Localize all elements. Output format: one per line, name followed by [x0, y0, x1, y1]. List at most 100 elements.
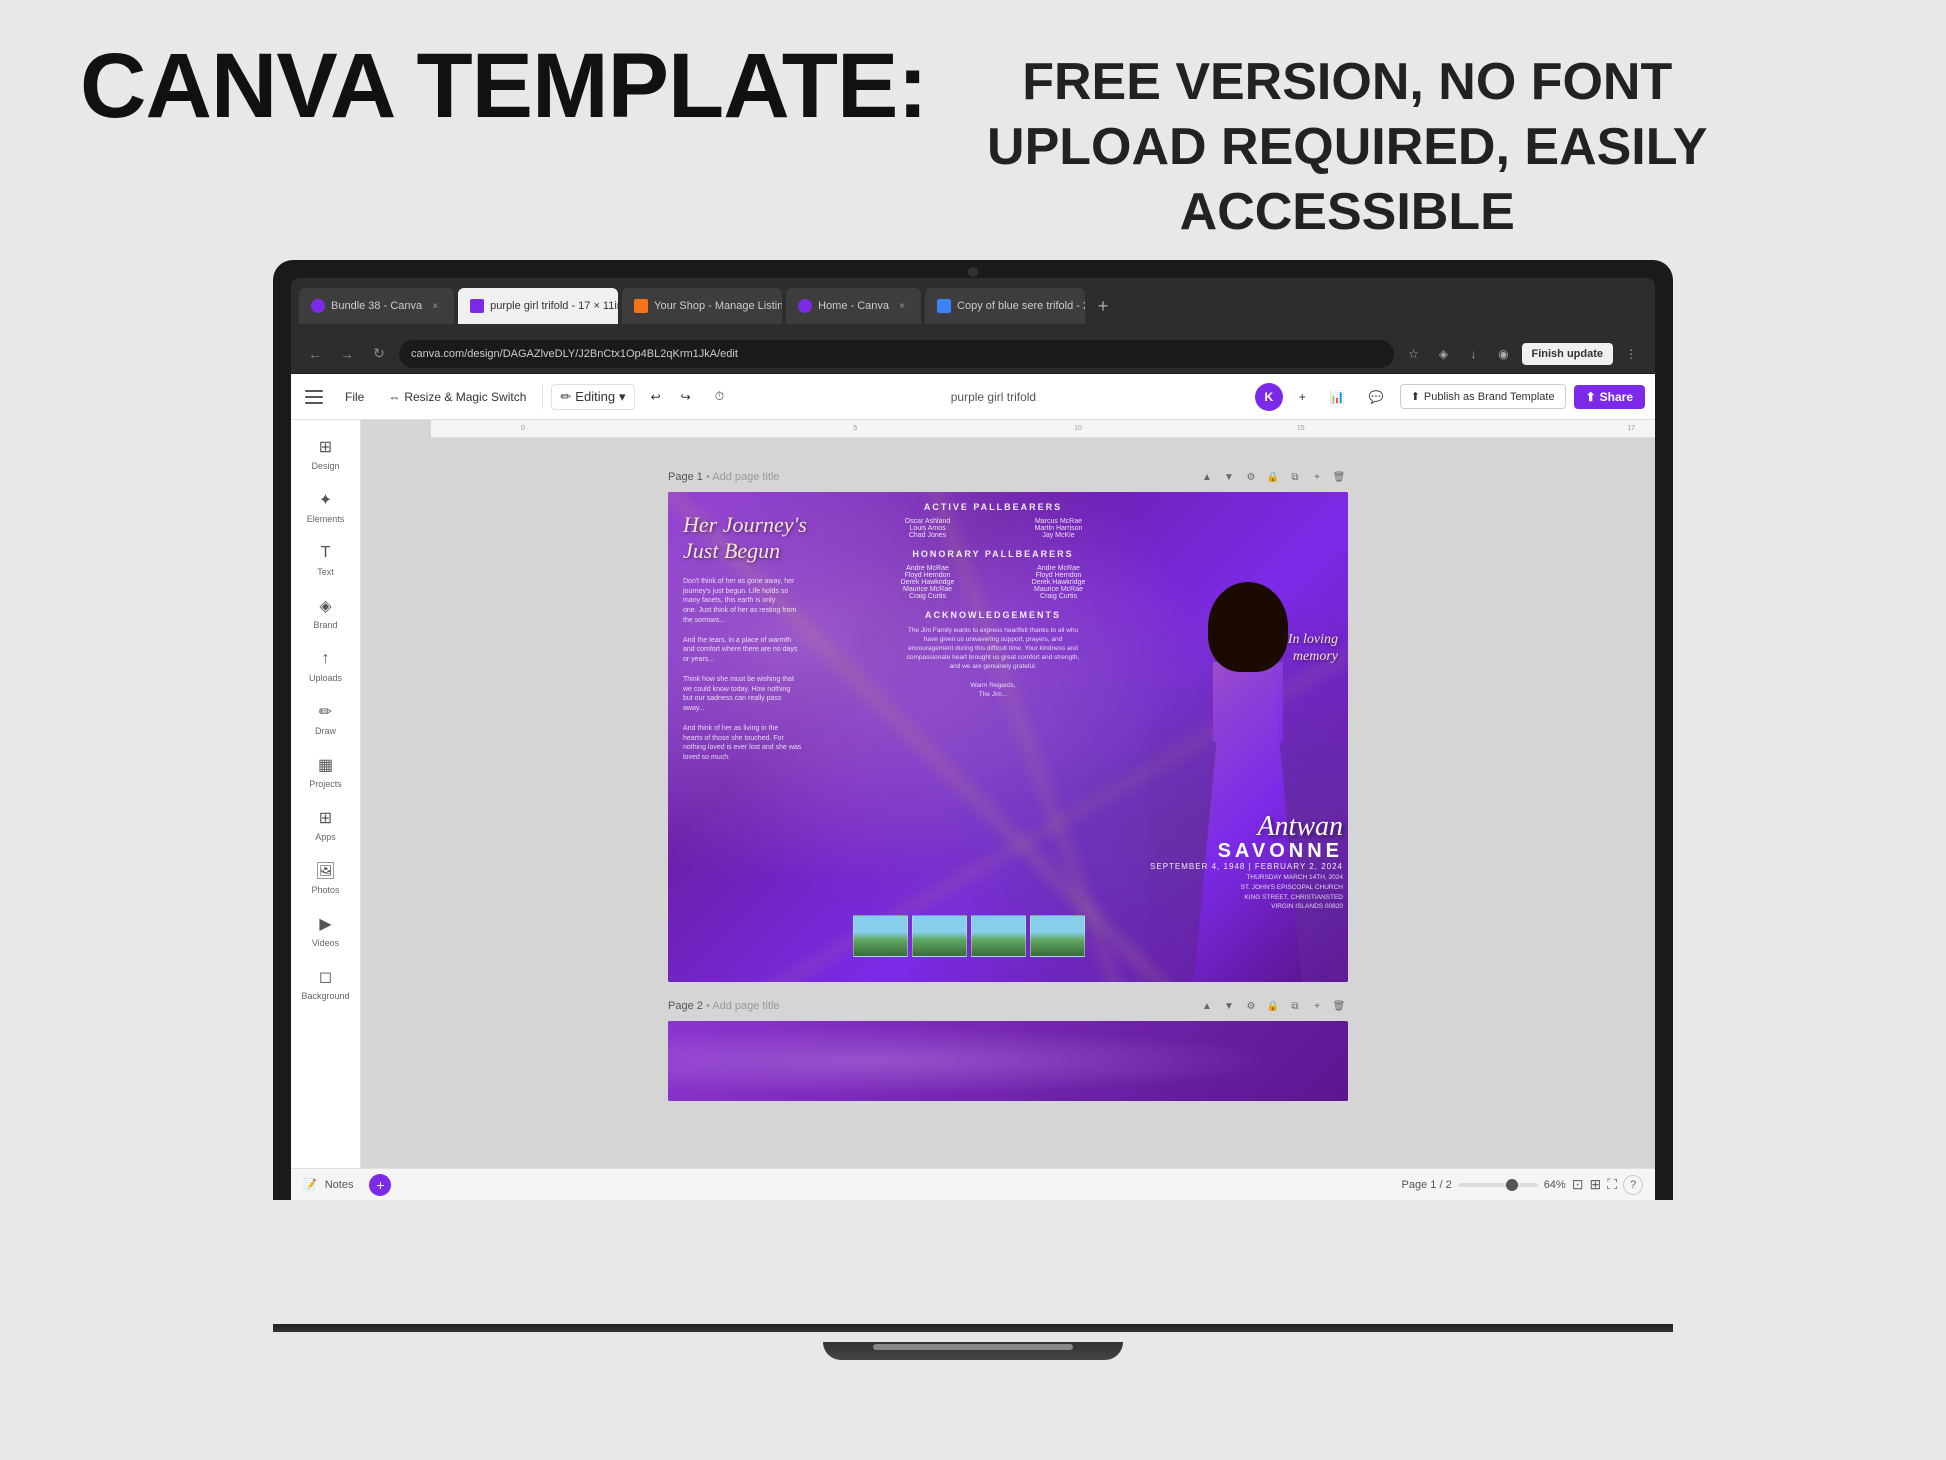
browser-tab-1[interactable]: Bundle 38 - Canva ×	[299, 288, 454, 324]
sidebar-item-uploads[interactable]: ↑ Uploads	[296, 640, 356, 691]
page-1-add-btn[interactable]: +	[1308, 468, 1326, 486]
zoom-controls: Page 1 / 2 64% ⊡ ⊞ ⛶ ?	[1402, 1175, 1643, 1195]
brand-icon: ◈	[315, 595, 337, 617]
page-2-down-btn[interactable]: ▼	[1220, 997, 1238, 1015]
timer-button[interactable]: ⏱	[707, 385, 732, 408]
extension-icon-1[interactable]: ◈	[1432, 342, 1456, 366]
file-menu[interactable]: File	[337, 386, 372, 408]
browser-tab-5[interactable]: Copy of blue sere trifold - 27... ×	[925, 288, 1085, 324]
woman-figure	[1148, 562, 1348, 982]
resize-label: Resize & Magic Switch	[404, 390, 526, 404]
acknowledgements-title: ACKNOWLEDGEMENTS	[863, 610, 1123, 620]
page-1-label: Page 1 • Add page title	[668, 471, 780, 483]
page-1-up-btn[interactable]: ▲	[1198, 468, 1216, 486]
view-mode-icon-2[interactable]: ⊞	[1589, 1176, 1601, 1193]
pencil-icon: ✏	[560, 389, 571, 405]
add-page-button[interactable]: +	[369, 1174, 391, 1196]
photo-4	[1030, 915, 1085, 957]
zoom-slider[interactable]	[1458, 1183, 1538, 1187]
refresh-button[interactable]: ↻	[367, 342, 391, 366]
design-canvas-page-1[interactable]: Her Journey'sJust Begun Don't think of h…	[668, 492, 1348, 982]
page-2-settings-btn[interactable]: ⚙	[1242, 997, 1260, 1015]
menu-icon[interactable]: ⋮	[1619, 342, 1643, 366]
sidebar-label-projects: Projects	[309, 779, 342, 789]
user-avatar[interactable]: K	[1255, 383, 1283, 411]
laptop: Bundle 38 - Canva × purple girl trifold …	[273, 260, 1673, 1360]
sidebar-item-draw[interactable]: ✏ Draw	[296, 693, 356, 744]
acknowledgements-text: The Jim Family wants to express heartfel…	[863, 626, 1123, 699]
memorial-right-section: In lovingmemory	[1128, 492, 1348, 982]
zoom-level: 64%	[1544, 1179, 1566, 1191]
add-collaborator-button[interactable]: +	[1291, 386, 1314, 408]
sidebar-label-brand: Brand	[313, 620, 337, 630]
page-1-down-btn[interactable]: ▼	[1220, 468, 1238, 486]
new-tab-button[interactable]: +	[1089, 292, 1117, 320]
browser-actions: ☆ ◈ ↓ ◉ Finish update ⋮	[1402, 342, 1644, 366]
share-button[interactable]: ⬆ Share	[1574, 385, 1645, 409]
sidebar-item-design[interactable]: ⊞ Design	[296, 428, 356, 479]
page-1-delete-btn[interactable]: 🗑	[1330, 468, 1348, 486]
page-1-lock-btn[interactable]: 🔒	[1264, 468, 1282, 486]
draw-icon: ✏	[315, 701, 337, 723]
resize-magic-switch[interactable]: ⇔ Resize & Magic Switch	[380, 386, 534, 408]
tagline: FREE VERSION, NO FONT UPLOAD REQUIRED, E…	[987, 40, 1707, 245]
bookmark-icon[interactable]: ☆	[1402, 342, 1426, 366]
hamburger-line-3	[305, 402, 323, 404]
sidebar-item-projects[interactable]: ▦ Projects	[296, 746, 356, 797]
back-button[interactable]: ←	[303, 342, 327, 366]
page-1-copy-btn[interactable]: ⧉	[1286, 468, 1304, 486]
address-bar[interactable]: canva.com/design/DAGAZlveDLY/J2BnCtx1Op4…	[399, 340, 1394, 368]
tab-label-4: Home - Canva	[818, 300, 889, 312]
share-label: Share	[1600, 390, 1633, 404]
redo-button[interactable]: ↪	[673, 386, 699, 408]
editing-dropdown[interactable]: ✏ Editing ▾	[551, 384, 634, 410]
page-1-settings-btn[interactable]: ⚙	[1242, 468, 1260, 486]
sidebar-label-draw: Draw	[315, 726, 336, 736]
tab-label-1: Bundle 38 - Canva	[331, 300, 422, 312]
page-2-up-btn[interactable]: ▲	[1198, 997, 1216, 1015]
hamburger-menu[interactable]	[301, 383, 329, 411]
finish-update-button[interactable]: Finish update	[1522, 343, 1614, 365]
editing-label: Editing	[575, 389, 615, 404]
design-icon: ⊞	[315, 436, 337, 458]
share-icon: ⬆	[1586, 390, 1596, 404]
sidebar-item-videos[interactable]: ▶ Videos	[296, 905, 356, 956]
page-1-container: Page 1 • Add page title ▲ ▼ ⚙ 🔒 ⧉	[668, 468, 1348, 982]
sidebar-item-brand[interactable]: ◈ Brand	[296, 587, 356, 638]
page-2-copy-btn[interactable]: ⧉	[1286, 997, 1304, 1015]
sidebar-label-uploads: Uploads	[309, 673, 342, 683]
sidebar-item-background[interactable]: ◻ Background	[296, 958, 356, 1009]
sidebar-item-photos[interactable]: 🖼 Photos	[296, 852, 356, 903]
editor-main: ⊞ Design ✦ Elements T Text ◈	[291, 420, 1655, 1168]
extension-icon-2[interactable]: ↓	[1462, 342, 1486, 366]
background-icon: ◻	[315, 966, 337, 988]
sidebar-item-text[interactable]: T Text	[296, 534, 356, 585]
browser-tab-3[interactable]: Your Shop - Manage Listings ×	[622, 288, 782, 324]
page-info: Page 1 / 2	[1402, 1179, 1452, 1191]
tab-close-1[interactable]: ×	[428, 299, 442, 313]
undo-button[interactable]: ↩	[643, 386, 669, 408]
tab-close-4[interactable]: ×	[895, 299, 909, 313]
page-2-delete-btn[interactable]: 🗑	[1330, 997, 1348, 1015]
forward-button[interactable]: →	[335, 342, 359, 366]
sidebar-item-elements[interactable]: ✦ Elements	[296, 481, 356, 532]
publish-brand-template-button[interactable]: ⬆ Publish as Brand Template	[1400, 384, 1566, 409]
sidebar-item-apps[interactable]: ⊞ Apps	[296, 799, 356, 850]
help-icon[interactable]: ?	[1623, 1175, 1643, 1195]
page-2-label-row: Page 2 • Add page title ▲ ▼ ⚙ 🔒 ⧉	[668, 997, 1348, 1015]
laptop-camera	[968, 267, 978, 277]
canvas-area[interactable]: 0 5 10 15 17	[361, 420, 1655, 1168]
browser-tab-4[interactable]: Home - Canva ×	[786, 288, 921, 324]
design-canvas-page-2[interactable]	[668, 1021, 1348, 1101]
comments-icon[interactable]: 💬	[1361, 386, 1392, 408]
view-mode-icon-1[interactable]: ⊡	[1572, 1176, 1584, 1193]
fullscreen-icon[interactable]: ⛶	[1607, 1176, 1617, 1193]
extension-icon-3[interactable]: ◉	[1492, 342, 1516, 366]
page-2-add-btn[interactable]: +	[1308, 997, 1326, 1015]
analytics-icon[interactable]: 📊	[1322, 386, 1353, 408]
notes-label[interactable]: Notes	[325, 1179, 354, 1191]
browser-chrome: Bundle 38 - Canva × purple girl trifold …	[291, 278, 1655, 334]
page-2-lock-btn[interactable]: 🔒	[1264, 997, 1282, 1015]
browser-tab-2[interactable]: purple girl trifold - 17 × 11in ×	[458, 288, 618, 324]
active-pallbearers-list: Oscar AshlandLouis AmosChad Jones Marcus…	[863, 518, 1123, 539]
